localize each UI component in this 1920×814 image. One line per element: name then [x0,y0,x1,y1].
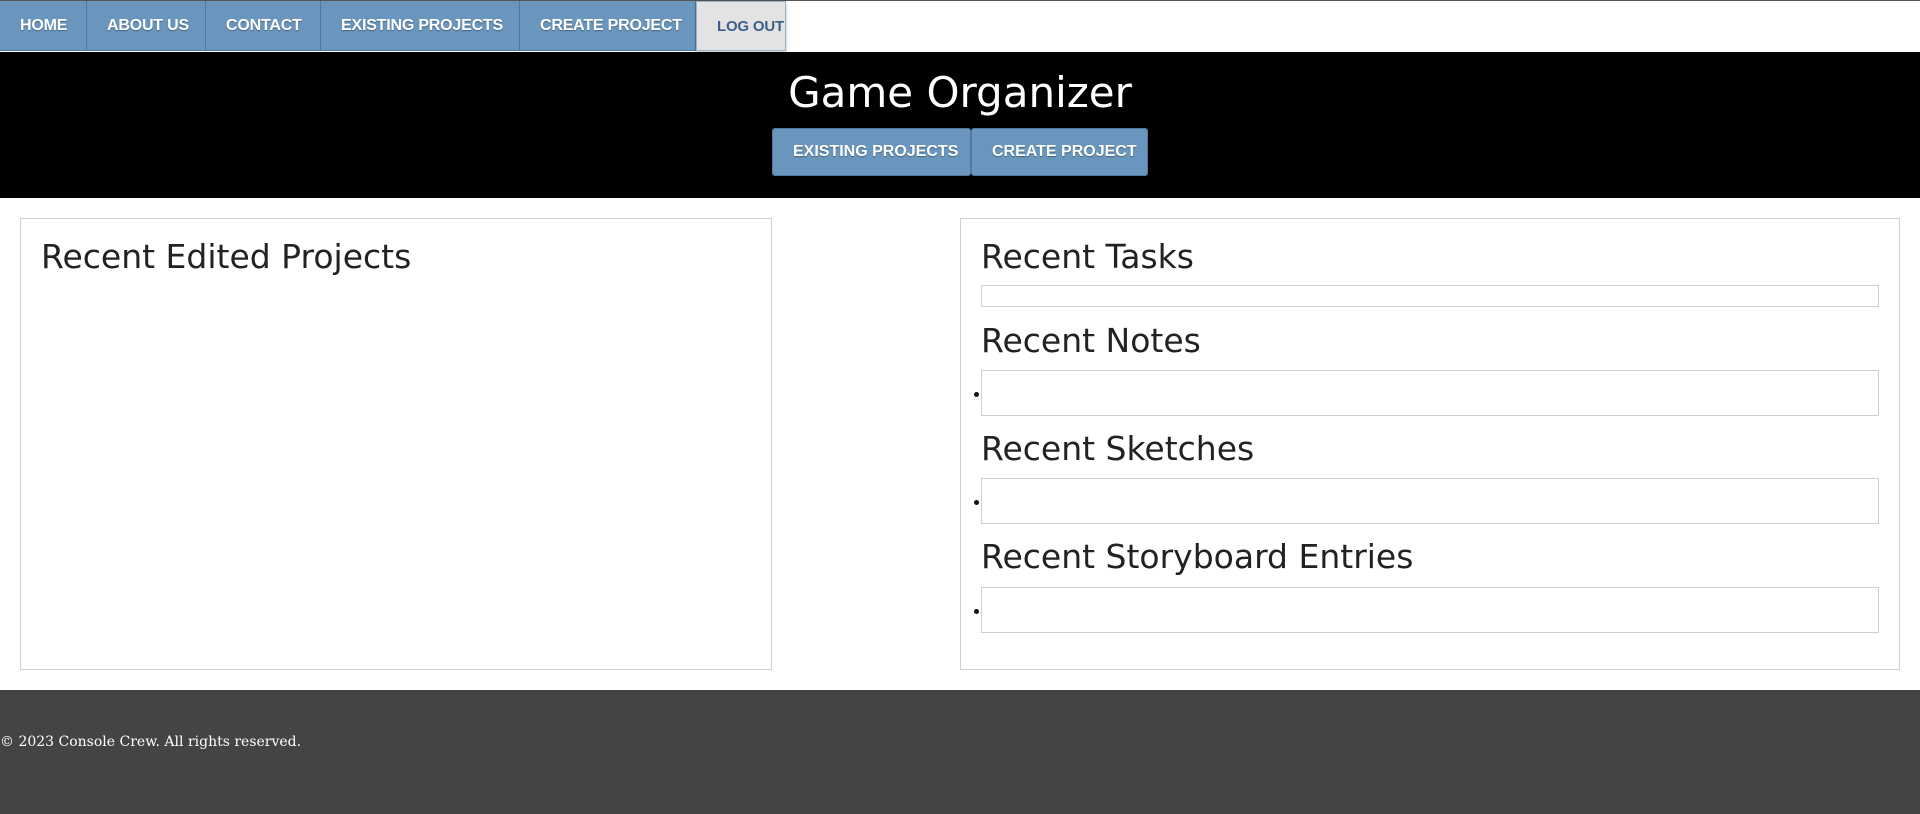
nav-contact-button[interactable]: CONTACT [206,1,321,51]
recent-sketches-list [981,478,1879,524]
nav-home-button[interactable]: HOME [0,1,87,51]
storyboard-list-bullet [974,609,979,614]
hero-create-project-button[interactable]: CREATE PROJECT [971,128,1148,176]
sketches-list-bullet [974,500,979,505]
top-navigation: HOME ABOUT US CONTACT EXISTING PROJECTS … [0,0,1920,52]
recent-storyboard-heading: Recent Storyboard Entries [981,537,1414,576]
page-footer: © 2023 Console Crew. All rights reserved… [0,690,1920,814]
logout-button[interactable]: LOG OUT [696,1,786,51]
recent-tasks-heading: Recent Tasks [981,237,1194,276]
recent-projects-panel: Recent Edited Projects [20,218,772,670]
hero-existing-projects-button[interactable]: EXISTING PROJECTS [772,128,971,176]
recent-notes-list [981,370,1879,416]
recent-sketches-heading: Recent Sketches [981,429,1255,468]
page-title: Game Organizer [788,68,1132,117]
nav-existing-projects-button[interactable]: EXISTING PROJECTS [321,1,520,51]
recent-tasks-list [981,285,1879,307]
hero-banner: Game Organizer EXISTING PROJECTS CREATE … [0,52,1920,198]
recent-activity-panel: Recent Tasks Recent Notes Recent Sketche… [960,218,1900,670]
recent-notes-heading: Recent Notes [981,321,1201,360]
notes-list-bullet [974,392,979,397]
nav-about-us-button[interactable]: ABOUT US [87,1,206,51]
recent-projects-heading: Recent Edited Projects [41,237,412,276]
nav-create-project-button[interactable]: CREATE PROJECT [520,1,696,51]
hero-button-group: EXISTING PROJECTS CREATE PROJECT [772,128,1148,176]
recent-storyboard-list [981,587,1879,633]
copyright-text: © 2023 Console Crew. All rights reserved… [0,734,302,750]
